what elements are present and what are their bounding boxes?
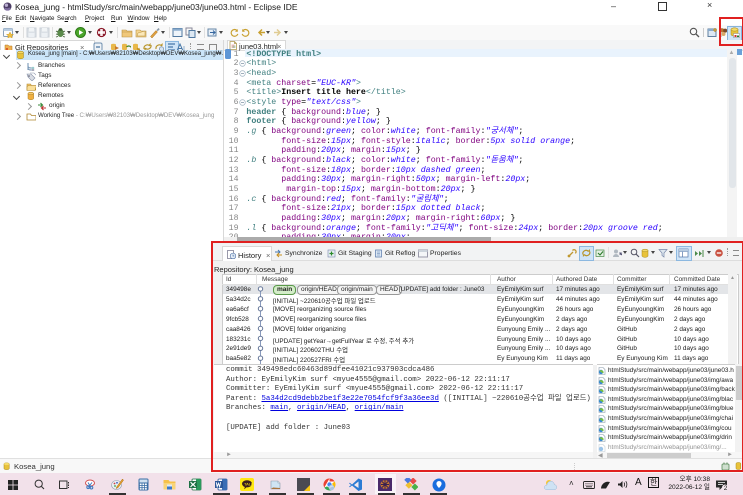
svg-text:TALK: TALK	[244, 482, 254, 487]
svg-text:2: 2	[724, 485, 728, 491]
